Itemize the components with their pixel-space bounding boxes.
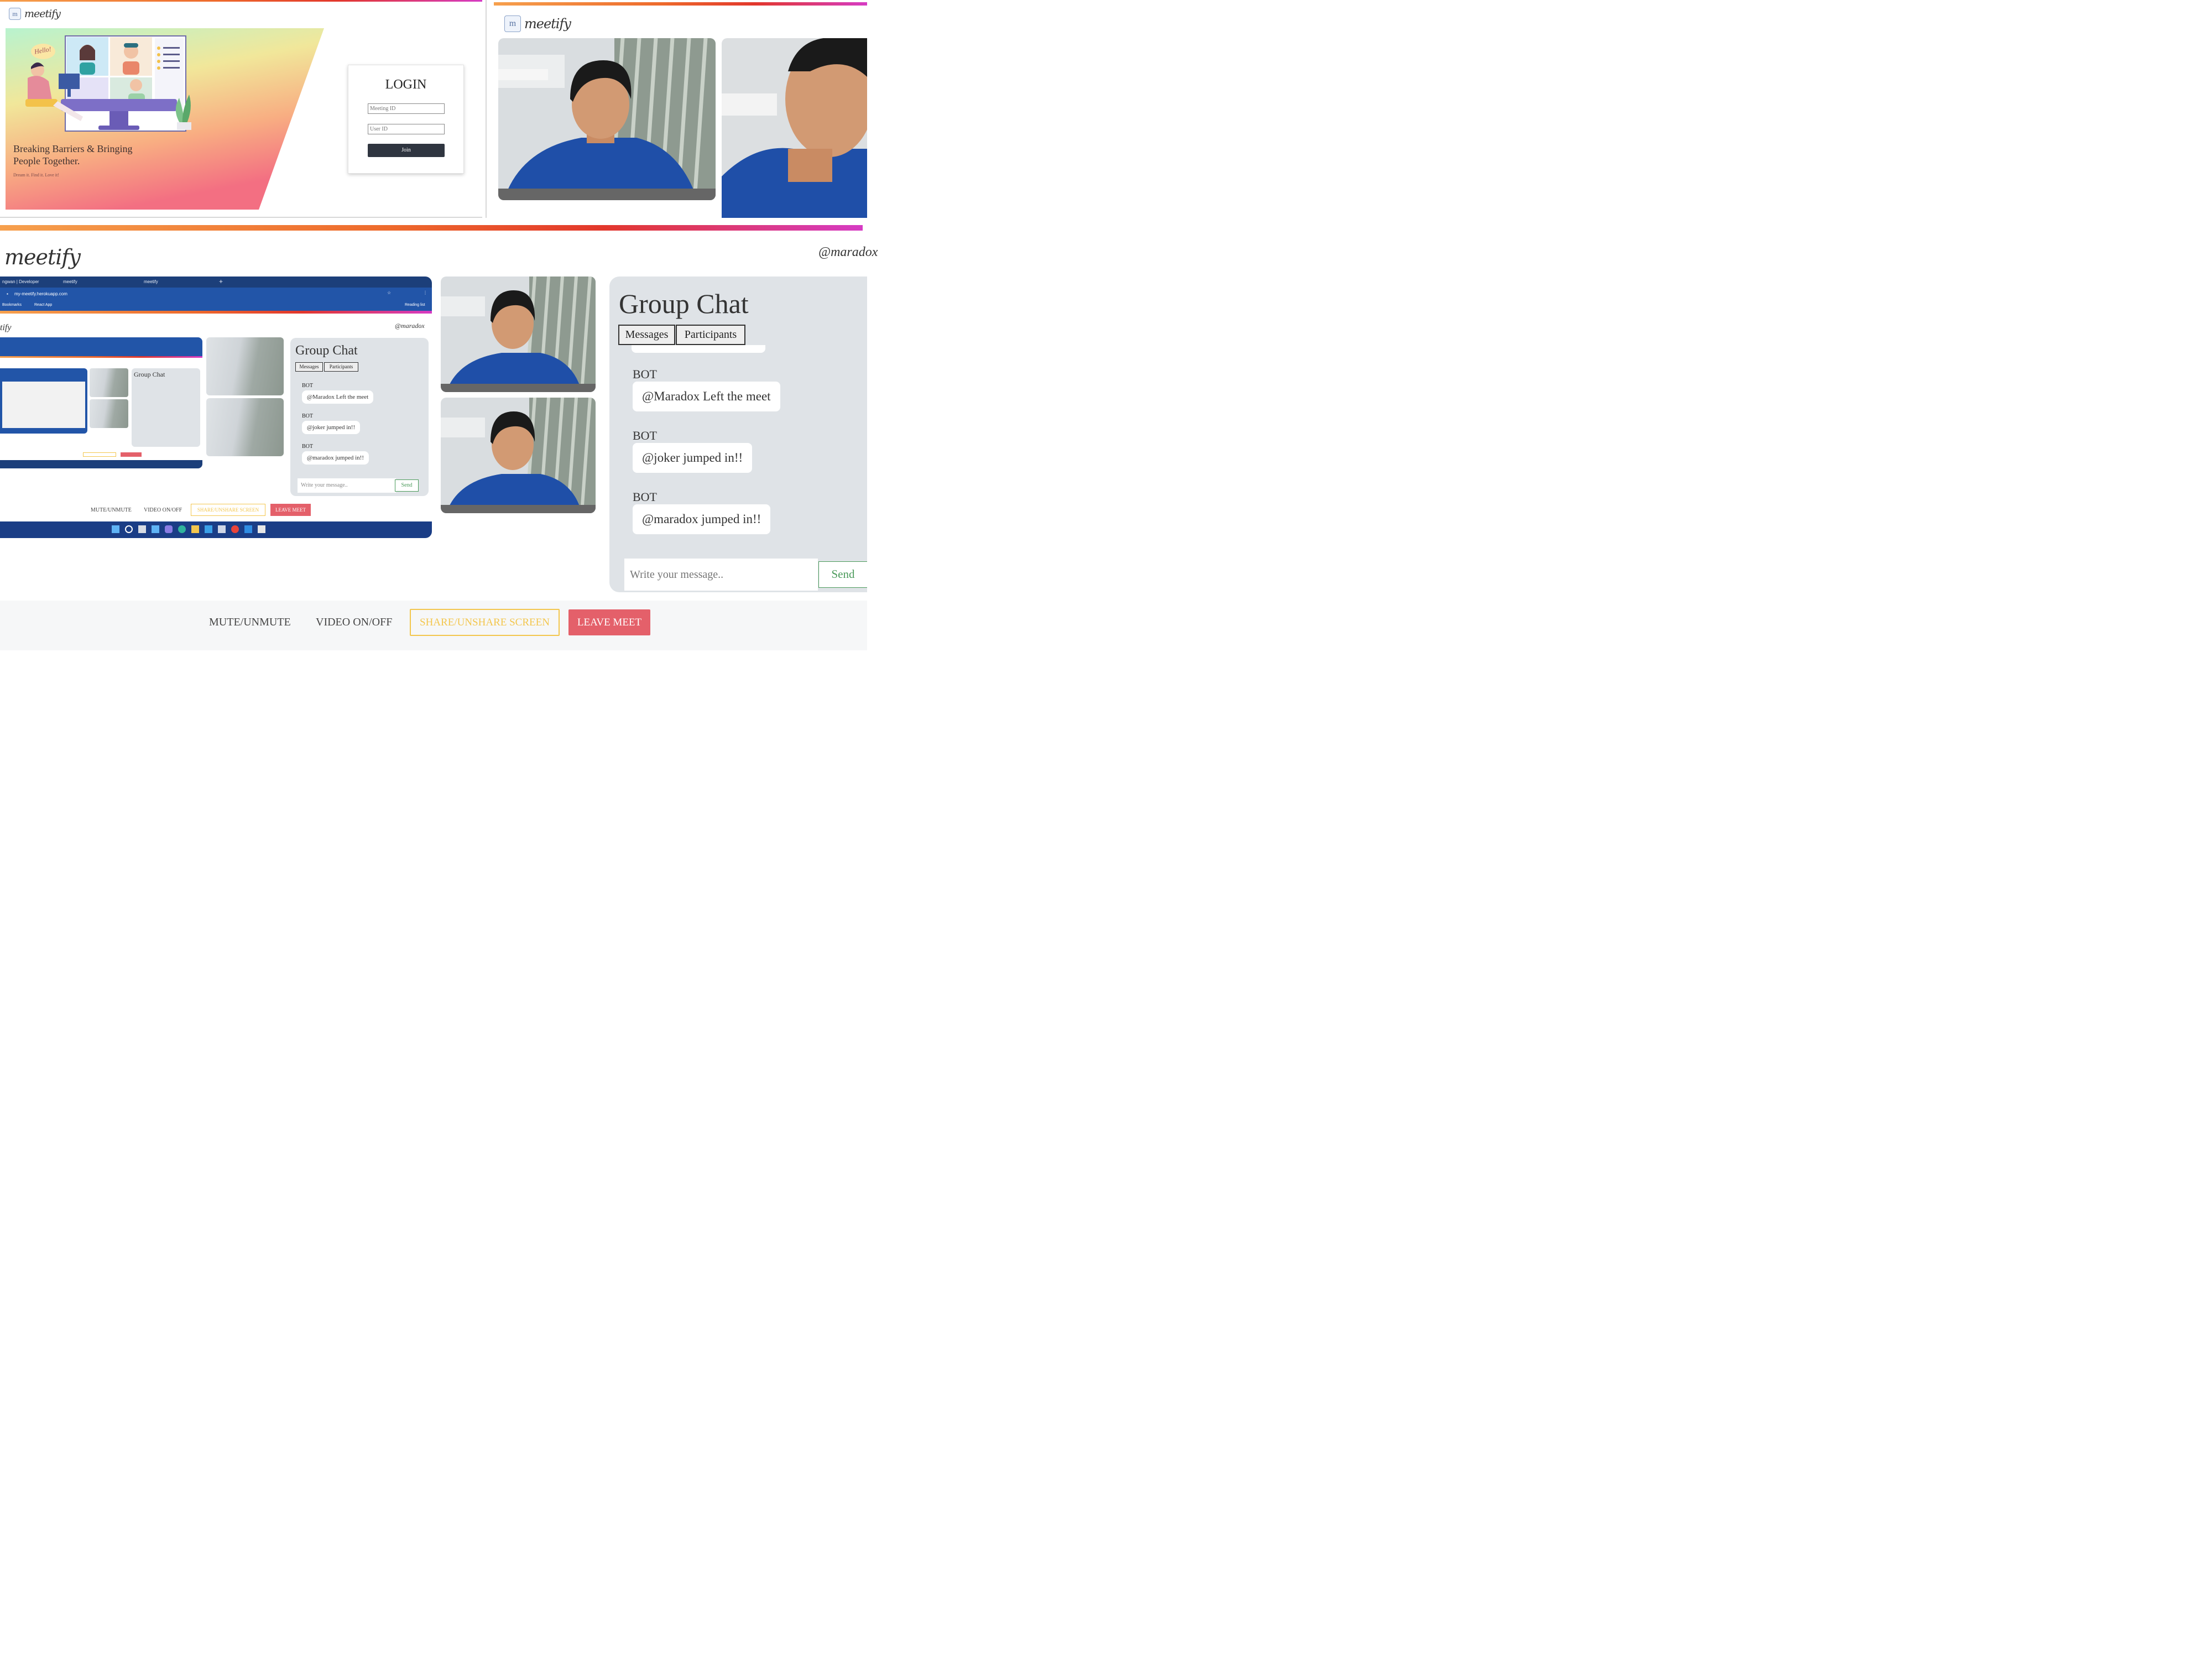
nested-msg-sender: BOT [302,444,313,450]
top-accent-bar-left [0,0,482,2]
landing-subtagline: Dream it. Find it. Love it! [13,173,59,178]
user-id-input[interactable] [368,124,445,134]
participant-video-closeup [722,38,867,218]
chat-scroll-edge [632,345,765,353]
browser-addressbar: ▪ my-meetify.herokuapp.com ☆ ⋮ [0,288,432,301]
lock-icon: ▪ [7,291,8,296]
send-button[interactable]: Send [818,561,867,588]
login-card: LOGIN Join [348,65,464,174]
bookmarks-label[interactable]: Bookmarks [2,303,22,307]
nested-video-feed-1 [206,337,284,395]
message-bubble: @maradox jumped in!! [633,504,771,534]
taskview-icon[interactable] [138,525,146,533]
url-text[interactable]: my-meetify.herokuapp.com [14,291,67,296]
chat-icon[interactable] [165,525,173,533]
video-feed-1 [498,38,716,200]
reading-list-label[interactable]: Reading list [405,303,425,307]
chat-panel: Group Chat Messages Participants BOT @Ma… [609,276,867,592]
participant-video [441,398,596,513]
app-icon[interactable] [258,525,265,533]
nested-accent-bar [0,311,432,314]
nested-leave-button[interactable]: LEAVE MEET [270,504,311,516]
message-bubble: @Maradox Left the meet [633,382,780,411]
browser-tab-active[interactable]: meetify [144,279,158,284]
taskbar [0,521,432,538]
nested-tab-participants[interactable]: Participants [324,362,358,372]
store-icon[interactable] [205,525,212,533]
browser-tab[interactable]: meetify [63,279,77,284]
taskbar-icons [112,525,265,533]
message-bubble: @joker jumped in!! [633,443,753,473]
video-toggle-button[interactable]: VIDEO ON/OFF [316,616,392,629]
vscode-icon[interactable] [244,525,252,533]
video-feed-2 [722,38,867,218]
participant-video [441,276,596,392]
nested-msg-bubble: @Maradox Left the meet [302,390,374,404]
logo-wordmark: meetify [524,16,571,32]
nested-chat-input[interactable]: Write your message.. [298,478,396,493]
widgets-icon[interactable] [152,525,159,533]
explorer-icon[interactable] [191,525,199,533]
nested-msg-bubble: @joker jumped in!! [302,421,361,434]
browser-tab[interactable]: ngwan | Developer [2,279,39,284]
nested-tab-messages[interactable]: Messages [295,362,323,372]
chat-title: Group Chat [619,288,749,319]
nested-chat-heading: Group Chat [295,343,358,358]
star-icon[interactable]: ☆ [387,290,391,295]
logo-wordmark: meetify [24,8,61,20]
bookmark-item[interactable]: React App [34,303,52,307]
message-sender: BOT [633,490,657,504]
app-icon[interactable] [218,525,226,533]
meeting-id-input[interactable] [368,103,445,114]
nested-msg-sender: BOT [302,383,313,389]
quadrant-divider-horizontal [0,217,482,218]
nested-msg-sender: BOT [302,413,313,419]
meeting-video-feed-2 [441,398,596,513]
quadrant-divider-vertical [486,0,487,218]
chat-message-input[interactable] [624,559,818,591]
login-title: LOGIN [385,77,427,92]
message-sender: BOT [633,429,657,442]
top-accent-bar-right [494,2,867,6]
new-tab-icon[interactable]: + [219,278,223,285]
edge-icon[interactable] [178,525,186,533]
search-icon[interactable] [125,525,133,533]
meeting-accent-bar [0,225,863,231]
nested-screen-share: Group Chat [0,337,202,468]
meeting-logo-small: m meetify [504,15,571,32]
nested-video-button[interactable]: VIDEO ON/OFF [144,507,182,513]
participant-video [498,38,716,200]
username-label: @maradox [818,245,878,259]
screen-share-feed: ngwan | Developer meetify meetify + ▪ my… [0,276,432,538]
nested-send-button[interactable]: Send [395,479,419,492]
join-button[interactable]: Join [368,144,445,157]
nested-chat-title: Group Chat [134,371,165,378]
mute-unmute-button[interactable]: MUTE/UNMUTE [209,616,291,629]
chrome-icon[interactable] [231,525,239,533]
meeting-video-feed-1 [441,276,596,392]
nested-username: @maradox [395,322,425,330]
chat-tab-messages[interactable]: Messages [618,325,675,345]
leave-meet-button[interactable]: LEAVE MEET [568,609,650,635]
message-sender: BOT [633,367,657,381]
nested-msg-bubble: @maradox jumped in!! [302,451,369,465]
meeting-logo-large: meetify [4,245,81,269]
browser-bookmarksbar: Bookmarks React App Reading list [0,301,432,311]
nested-share-button[interactable]: SHARE/UNSHARE SCREEN [191,504,265,516]
browser-tabbar: ngwan | Developer meetify meetify + [0,276,432,288]
logo-icon: m [504,15,521,32]
windows-start-icon[interactable] [112,525,119,533]
share-screen-button[interactable]: SHARE/UNSHARE SCREEN [410,609,560,636]
landing-logo: m meetify [9,8,61,20]
nested-logo: tify [0,323,12,332]
landing-tagline: Breaking Barriers & Bringing People Toge… [13,143,133,166]
chat-tab-participants[interactable]: Participants [676,325,745,345]
menu-icon[interactable]: ⋮ [423,290,427,295]
logo-icon: m [9,8,21,20]
nested-chat-panel: Group Chat Messages Participants BOT @Ma… [290,338,429,496]
hero-banner [6,28,324,210]
nested-mute-button[interactable]: MUTE/UNMUTE [91,507,132,513]
nested-video-feed-2 [206,398,284,456]
